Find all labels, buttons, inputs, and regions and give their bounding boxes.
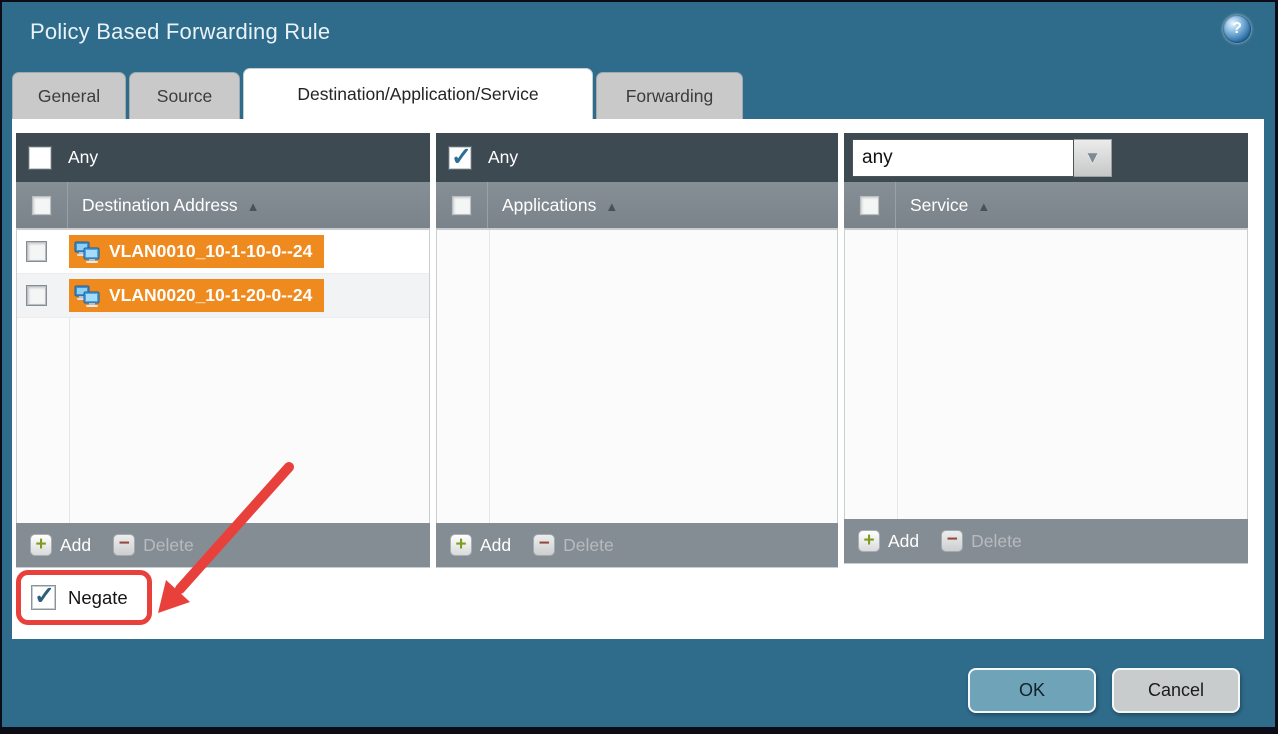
applications-any-checkbox[interactable]: ✓	[449, 147, 471, 169]
applications-column-header: Applications ▲	[436, 182, 838, 230]
destination-any-label: Any	[68, 147, 98, 168]
plus-icon: +	[450, 534, 472, 556]
destination-any-checkbox[interactable]	[29, 147, 51, 169]
destination-select-all-cell	[16, 182, 68, 228]
network-icon	[74, 240, 101, 264]
address-object-label: VLAN0010_10-1-10-0--24	[109, 241, 312, 262]
address-object-chip[interactable]: VLAN0010_10-1-10-0--24	[69, 235, 324, 268]
pbf-rule-dialog: Policy Based Forwarding Rule ? General S…	[0, 0, 1278, 734]
applications-select-all-cell	[436, 182, 488, 228]
service-select-all-cell	[844, 182, 896, 228]
service-dropdown-value[interactable]: any	[852, 139, 1074, 177]
plus-icon: +	[858, 530, 880, 552]
table-row: VLAN0010_10-1-10-0--24	[17, 230, 429, 274]
service-select-all-checkbox[interactable]	[860, 196, 879, 215]
destination-select-all-checkbox[interactable]	[32, 196, 51, 215]
address-object-chip[interactable]: VLAN0020_10-1-20-0--24	[69, 279, 324, 312]
service-dropdown[interactable]: any ▼	[852, 139, 1112, 177]
negate-checkbox[interactable]: ✓	[32, 586, 55, 609]
dropdown-button[interactable]: ▼	[1074, 139, 1112, 177]
applications-toolbar: + Add − Delete	[436, 523, 838, 567]
applications-select-all-checkbox[interactable]	[452, 196, 471, 215]
sort-asc-icon[interactable]: ▲	[247, 197, 260, 214]
applications-any-row: ✓ Any	[436, 133, 838, 182]
tab-bar: General Source Destination/Application/S…	[12, 68, 743, 119]
tab-destination-application-service[interactable]: Destination/Application/Service	[243, 68, 593, 119]
applications-header-label[interactable]: Applications	[502, 195, 596, 216]
dialog-title: Policy Based Forwarding Rule	[30, 19, 330, 45]
add-label: Add	[60, 535, 91, 556]
applications-panel: ✓ Any Applications ▲ + Add − Delete	[436, 133, 838, 568]
service-list	[845, 230, 1247, 519]
destination-address-panel: Any Destination Address ▲	[16, 133, 430, 568]
add-button[interactable]: + Add	[450, 534, 511, 556]
destination-header-label[interactable]: Destination Address	[82, 195, 238, 216]
delete-button[interactable]: − Delete	[941, 530, 1022, 552]
destination-toolbar: + Add − Delete	[16, 523, 430, 567]
check-icon: ✓	[34, 581, 55, 611]
tab-source[interactable]: Source	[129, 72, 240, 119]
minus-icon: −	[941, 530, 963, 552]
add-label: Add	[888, 531, 919, 552]
service-header-label[interactable]: Service	[910, 195, 968, 216]
negate-highlight-box: ✓ Negate	[16, 570, 152, 625]
minus-icon: −	[533, 534, 555, 556]
service-dropdown-row: any ▼	[844, 133, 1248, 182]
address-object-label: VLAN0020_10-1-20-0--24	[109, 285, 312, 306]
plus-icon: +	[30, 534, 52, 556]
help-icon[interactable]: ?	[1223, 15, 1251, 43]
add-button[interactable]: + Add	[30, 534, 91, 556]
delete-button[interactable]: − Delete	[113, 534, 194, 556]
minus-icon: −	[113, 534, 135, 556]
dialog-titlebar: Policy Based Forwarding Rule ?	[2, 2, 1275, 68]
table-row: VLAN0020_10-1-20-0--24	[17, 274, 429, 318]
delete-label: Delete	[971, 531, 1022, 552]
service-toolbar: + Add − Delete	[844, 519, 1248, 563]
network-icon	[74, 284, 101, 308]
sort-asc-icon[interactable]: ▲	[605, 197, 618, 214]
sort-asc-icon[interactable]: ▲	[977, 197, 990, 214]
destination-list: VLAN0010_10-1-10-0--24	[17, 230, 429, 523]
cancel-button[interactable]: Cancel	[1112, 668, 1240, 713]
row-checkbox[interactable]	[27, 286, 46, 305]
applications-any-label: Any	[488, 147, 518, 168]
add-label: Add	[480, 535, 511, 556]
tab-forwarding[interactable]: Forwarding	[596, 72, 743, 119]
destination-any-row: Any	[16, 133, 430, 182]
delete-button[interactable]: − Delete	[533, 534, 614, 556]
applications-list	[437, 230, 837, 523]
service-column-header: Service ▲	[844, 182, 1248, 230]
tab-general[interactable]: General	[12, 72, 126, 119]
destination-column-header: Destination Address ▲	[16, 182, 430, 230]
delete-label: Delete	[563, 535, 614, 556]
delete-label: Delete	[143, 535, 194, 556]
row-checkbox[interactable]	[27, 242, 46, 261]
service-panel: any ▼ Service ▲ + Add	[844, 133, 1248, 564]
chevron-down-icon: ▼	[1084, 148, 1101, 168]
ok-button[interactable]: OK	[968, 668, 1096, 713]
check-icon: ✓	[451, 142, 472, 172]
negate-label: Negate	[68, 587, 128, 609]
tab-content: Any Destination Address ▲	[12, 119, 1264, 639]
add-button[interactable]: + Add	[858, 530, 919, 552]
